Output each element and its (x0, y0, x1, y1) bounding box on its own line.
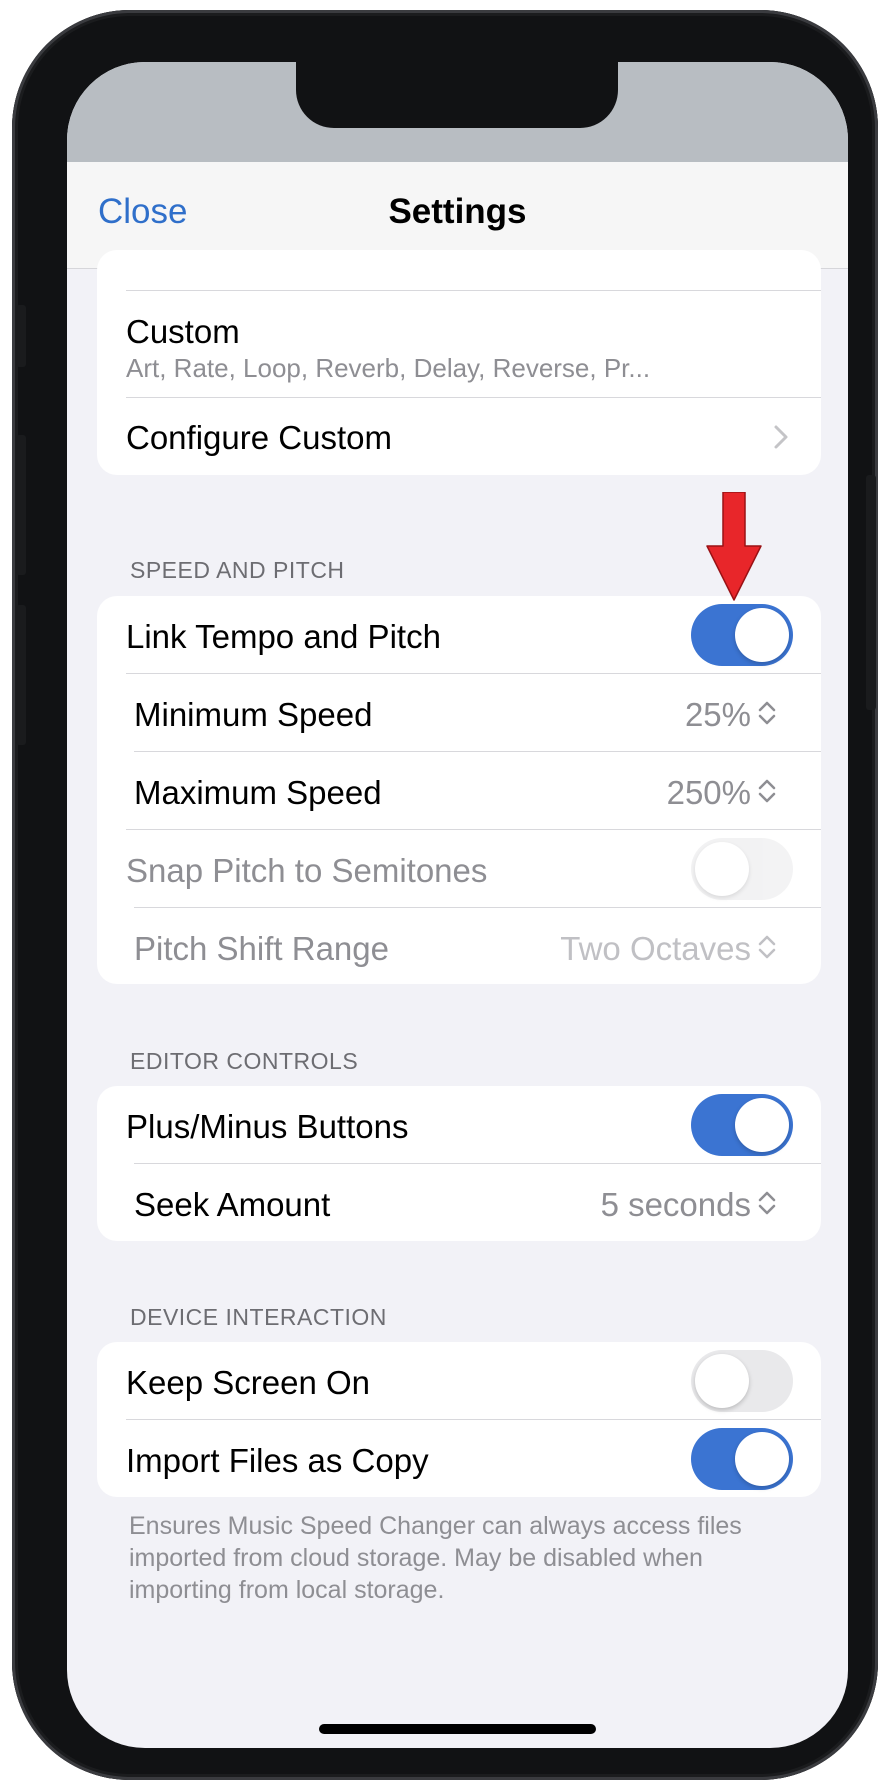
chevron-updown-icon (758, 935, 776, 959)
pitch-range-value: Two Octaves (560, 930, 751, 967)
snap-pitch-label: Snap Pitch to Semitones (126, 852, 488, 889)
page-title: Settings (388, 192, 527, 231)
device-interaction-group: Keep Screen On Import Files as Copy (97, 1342, 821, 1497)
chevron-right-icon (774, 425, 788, 449)
plus-minus-toggle[interactable] (691, 1094, 793, 1156)
screen: Close Settings Custom Art, Rate, Loop, R… (67, 62, 848, 1748)
keep-screen-toggle[interactable] (691, 1350, 793, 1412)
link-tempo-toggle[interactable] (691, 604, 793, 666)
custom-row[interactable]: Custom Art, Rate, Loop, Reverb, Delay, R… (97, 291, 821, 397)
notch (296, 62, 618, 128)
import-copy-footer: Ensures Music Speed Changer can always a… (129, 1512, 742, 1604)
max-speed-row[interactable]: Maximum Speed 250% (97, 752, 821, 829)
seek-amount-value: 5 seconds (600, 1186, 751, 1223)
snap-pitch-toggle[interactable] (691, 838, 793, 900)
custom-title: Custom (126, 313, 240, 350)
volume-up-button (16, 435, 26, 575)
import-copy-label: Import Files as Copy (126, 1442, 429, 1479)
keep-screen-row: Keep Screen On (97, 1342, 821, 1419)
min-speed-row[interactable]: Minimum Speed 25% (97, 674, 821, 751)
chevron-updown-icon (758, 1191, 776, 1215)
home-indicator[interactable] (319, 1724, 596, 1734)
toggle-knob (735, 608, 789, 662)
min-speed-value: 25% (684, 696, 751, 733)
toggle-knob (695, 1354, 749, 1408)
snap-pitch-row: Snap Pitch to Semitones (97, 830, 821, 907)
toggle-knob (735, 1432, 789, 1486)
custom-subtitle: Art, Rate, Loop, Reverb, Delay, Reverse,… (126, 353, 651, 383)
seek-amount-label: Seek Amount (134, 1186, 331, 1223)
import-copy-row: Import Files as Copy (97, 1420, 821, 1497)
max-speed-label: Maximum Speed (134, 774, 382, 811)
toggle-knob (695, 842, 749, 896)
plus-minus-row: Plus/Minus Buttons (97, 1086, 821, 1163)
pitch-range-label: Pitch Shift Range (134, 930, 389, 967)
mute-switch (16, 305, 26, 367)
configure-custom-row[interactable]: Configure Custom (97, 398, 821, 475)
section-header-speed-pitch: SPEED AND PITCH (130, 557, 345, 583)
arrow-down-icon (706, 492, 762, 601)
link-tempo-row: Link Tempo and Pitch (97, 596, 821, 673)
pitch-range-row[interactable]: Pitch Shift Range Two Octaves (97, 908, 821, 984)
chevron-updown-icon (758, 779, 776, 803)
toggle-knob (735, 1098, 789, 1152)
link-tempo-label: Link Tempo and Pitch (126, 618, 441, 655)
plus-minus-label: Plus/Minus Buttons (126, 1108, 409, 1145)
max-speed-value: 250% (666, 774, 751, 811)
section-header-editor-controls: EDITOR CONTROLS (130, 1048, 359, 1074)
min-speed-label: Minimum Speed (134, 696, 373, 733)
custom-group: Custom Art, Rate, Loop, Reverb, Delay, R… (97, 250, 821, 475)
import-copy-toggle[interactable] (691, 1428, 793, 1490)
editor-controls-group: Plus/Minus Buttons Seek Amount 5 seconds (97, 1086, 821, 1241)
chevron-updown-icon (758, 701, 776, 725)
phone-frame: Close Settings Custom Art, Rate, Loop, R… (12, 10, 878, 1780)
configure-custom-label: Configure Custom (126, 419, 392, 456)
keep-screen-label: Keep Screen On (126, 1364, 370, 1401)
seek-amount-row[interactable]: Seek Amount 5 seconds (97, 1164, 821, 1241)
section-header-device-interaction: DEVICE INTERACTION (130, 1304, 387, 1330)
speed-pitch-group: Link Tempo and Pitch Minimum Speed 25% M… (97, 596, 821, 984)
volume-down-button (16, 605, 26, 745)
power-button (866, 475, 876, 710)
